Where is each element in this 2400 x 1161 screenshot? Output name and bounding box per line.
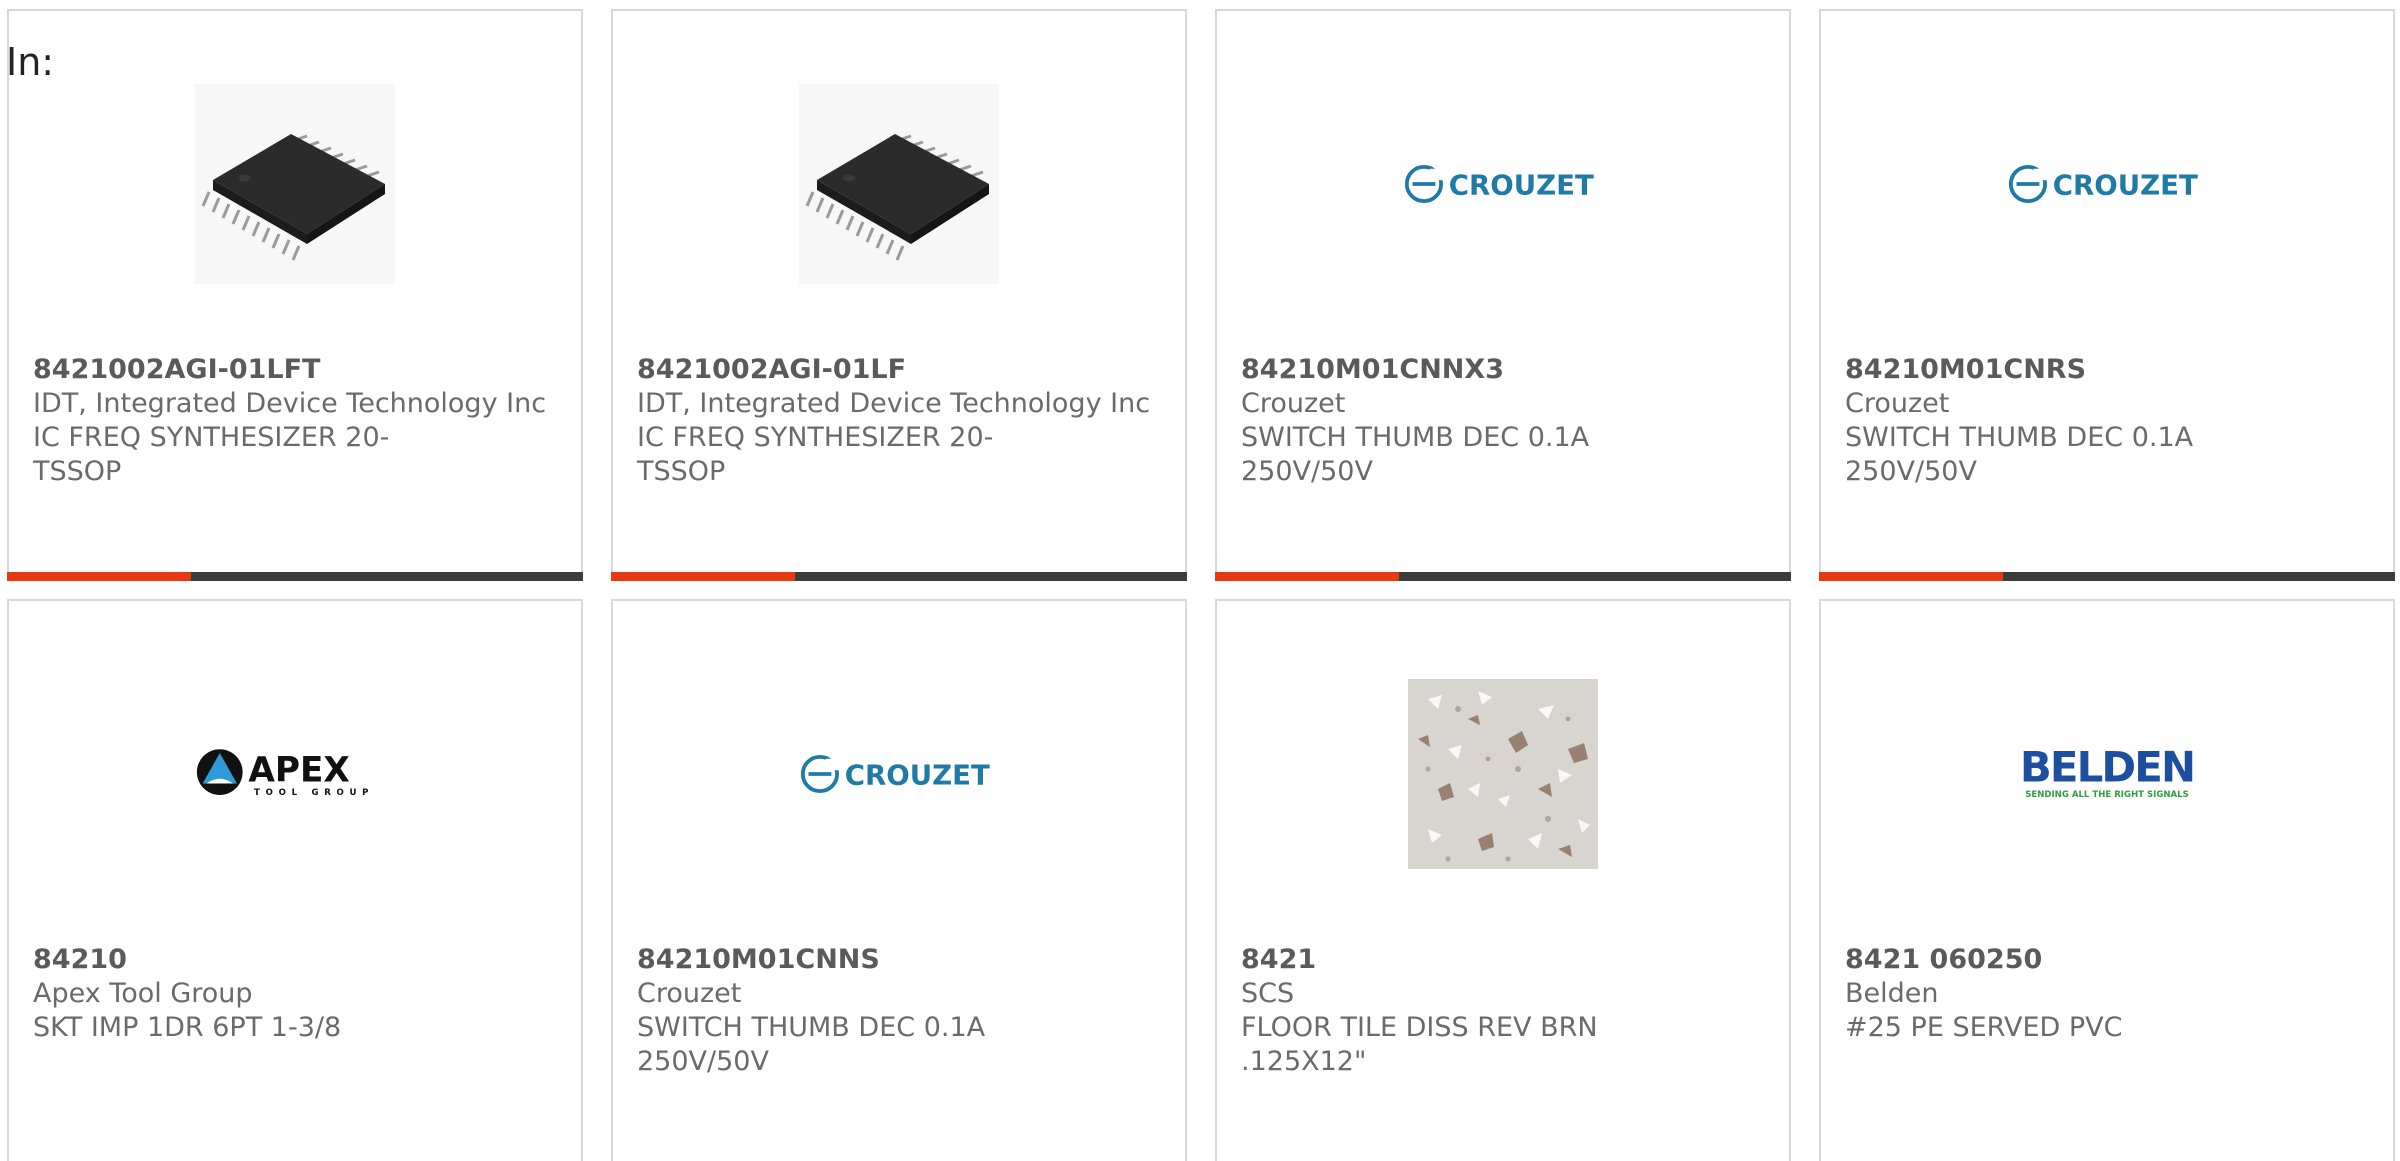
manufacturer-name: IDT, Integrated Device Technology Inc bbox=[637, 388, 1151, 419]
product-info: 84210M01CNNX3 Crouzet SWITCH THUMB DEC 0… bbox=[1241, 353, 1769, 489]
product-image-belden-logo[interactable]: BELDEN SENDING ALL THE RIGHT SIGNALS bbox=[2007, 674, 2207, 874]
crouzet-logo-text: CROUZET bbox=[1449, 168, 1594, 201]
product-card[interactable]: BELDEN SENDING ALL THE RIGHT SIGNALS 842… bbox=[1819, 599, 2395, 1161]
card-accent-bar bbox=[7, 572, 583, 581]
filter-in-label: In: bbox=[6, 40, 55, 84]
product-card[interactable]: 8421002AGI-01LF IDT, Integrated Device T… bbox=[611, 9, 1187, 581]
product-info: 8421002AGI-01LF IDT, Integrated Device T… bbox=[637, 353, 1165, 489]
product-description: IC FREQ SYNTHESIZER 20-TSSOP bbox=[33, 422, 390, 487]
product-image-crouzet-logo[interactable]: CROUZET bbox=[1403, 84, 1603, 284]
product-description: FLOOR TILE DISS REV BRN .125X12" bbox=[1241, 1012, 1598, 1077]
product-description: SKT IMP 1DR 6PT 1-3/8 bbox=[33, 1012, 342, 1043]
product-info: 8421 060250 Belden #25 PE SERVED PVC bbox=[1845, 943, 2373, 1045]
product-info: 8421 SCS FLOOR TILE DISS REV BRN .125X12… bbox=[1241, 943, 1769, 1079]
product-card[interactable]: APEX TOOL GROUP 84210 Apex Tool Group SK… bbox=[7, 599, 583, 1161]
part-number-link[interactable]: 8421002AGI-01LFT bbox=[33, 353, 561, 387]
manufacturer-name: Apex Tool Group bbox=[33, 978, 253, 1009]
product-card[interactable]: 8421002AGI-01LFT IDT, Integrated Device … bbox=[7, 9, 583, 581]
product-image-tssop-chip[interactable] bbox=[195, 84, 395, 284]
product-card[interactable]: 8421 SCS FLOOR TILE DISS REV BRN .125X12… bbox=[1215, 599, 1791, 1161]
part-number-link[interactable]: 84210M01CNNX3 bbox=[1241, 353, 1769, 387]
product-description: SWITCH THUMB DEC 0.1A 250V/50V bbox=[637, 1012, 986, 1077]
apex-logo-text: APEX bbox=[248, 751, 349, 791]
product-description: #25 PE SERVED PVC bbox=[1845, 1012, 2123, 1043]
part-number-link[interactable]: 84210M01CNNS bbox=[637, 943, 1165, 977]
part-number-link[interactable]: 8421002AGI-01LF bbox=[637, 353, 1165, 387]
product-card[interactable]: CROUZET 84210M01CNRS Crouzet SWITCH THUM… bbox=[1819, 9, 2395, 581]
crouzet-logo-text: CROUZET bbox=[2053, 168, 2198, 201]
manufacturer-name: Crouzet bbox=[637, 978, 742, 1009]
product-image-tssop-chip[interactable] bbox=[799, 84, 999, 284]
card-accent-bar bbox=[1819, 572, 2395, 581]
manufacturer-name: SCS bbox=[1241, 978, 1295, 1009]
product-card[interactable]: CROUZET 84210M01CNNS Crouzet SWITCH THUM… bbox=[611, 599, 1187, 1161]
product-info: 8421002AGI-01LFT IDT, Integrated Device … bbox=[33, 353, 561, 489]
product-image-apex-logo[interactable]: APEX TOOL GROUP bbox=[195, 674, 395, 874]
part-number-link[interactable]: 8421 060250 bbox=[1845, 943, 2373, 977]
apex-logo-subtext: TOOL GROUP bbox=[254, 788, 374, 798]
product-image-crouzet-logo[interactable]: CROUZET bbox=[799, 674, 999, 874]
product-description: SWITCH THUMB DEC 0.1A 250V/50V bbox=[1241, 422, 1590, 487]
manufacturer-name: Crouzet bbox=[1241, 388, 1346, 419]
card-accent-bar bbox=[1215, 572, 1791, 581]
product-info: 84210M01CNRS Crouzet SWITCH THUMB DEC 0.… bbox=[1845, 353, 2373, 489]
product-info: 84210M01CNNS Crouzet SWITCH THUMB DEC 0.… bbox=[637, 943, 1165, 1079]
belden-logo-text: BELDEN bbox=[2020, 743, 2194, 792]
manufacturer-name: IDT, Integrated Device Technology Inc bbox=[33, 388, 547, 419]
card-accent-bar bbox=[611, 572, 1187, 581]
part-number-link[interactable]: 84210 bbox=[33, 943, 561, 977]
part-number-link[interactable]: 84210M01CNRS bbox=[1845, 353, 2373, 387]
product-description: SWITCH THUMB DEC 0.1A 250V/50V bbox=[1845, 422, 2194, 487]
product-card[interactable]: CROUZET 84210M01CNNX3 Crouzet SWITCH THU… bbox=[1215, 9, 1791, 581]
manufacturer-name: Belden bbox=[1845, 978, 1939, 1009]
product-info: 84210 Apex Tool Group SKT IMP 1DR 6PT 1-… bbox=[33, 943, 561, 1045]
product-results-page: In: 8421002AGI-01LFT IDT, Integrated Dev… bbox=[0, 0, 2400, 1161]
belden-logo-subtext: SENDING ALL THE RIGHT SIGNALS bbox=[2025, 790, 2189, 800]
manufacturer-name: Crouzet bbox=[1845, 388, 1950, 419]
crouzet-logo-text: CROUZET bbox=[845, 758, 990, 791]
product-description: IC FREQ SYNTHESIZER 20-TSSOP bbox=[637, 422, 994, 487]
product-image-crouzet-logo[interactable]: CROUZET bbox=[2007, 84, 2207, 284]
part-number-link[interactable]: 8421 bbox=[1241, 943, 1769, 977]
product-image-floor-tile[interactable] bbox=[1403, 674, 1603, 874]
